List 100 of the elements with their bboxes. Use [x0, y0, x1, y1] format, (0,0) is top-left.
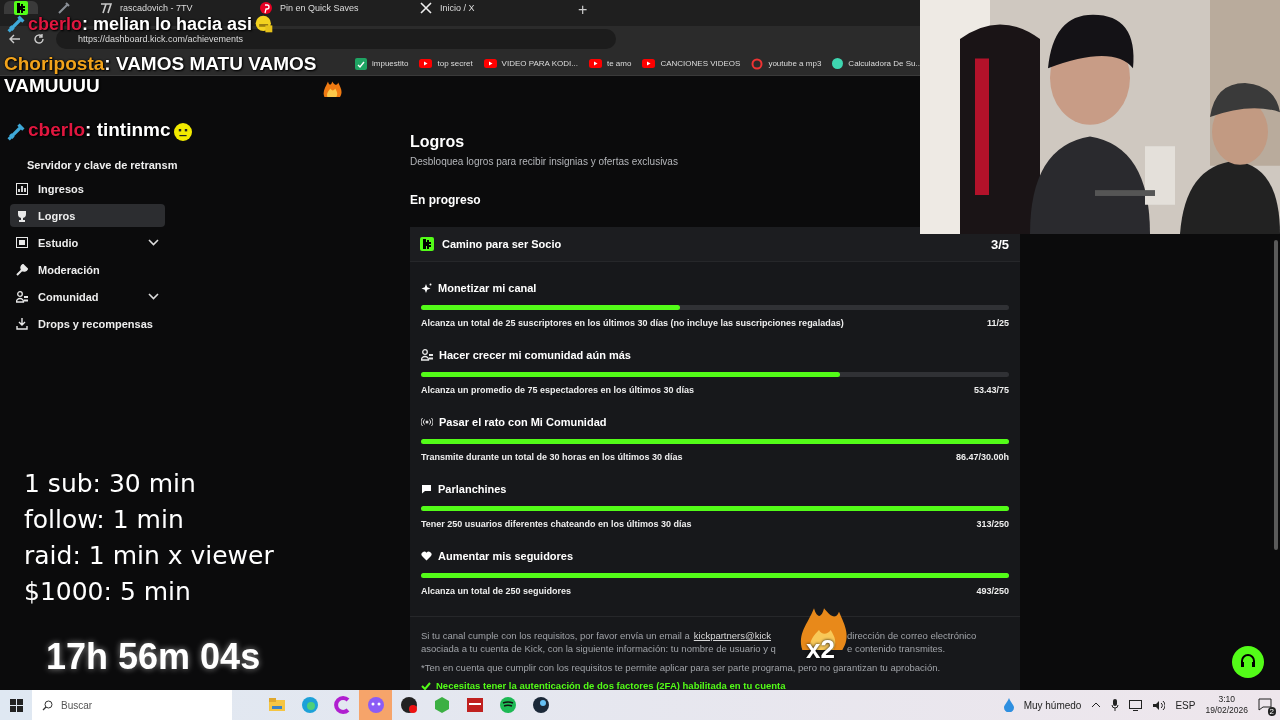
kick-logo-icon [420, 237, 434, 251]
youtube-icon [483, 59, 497, 68]
sidebar-item[interactable]: Drops y recompensas [10, 312, 165, 335]
multiplier-text: x2 [806, 634, 835, 664]
bookmark[interactable]: impuestito [355, 57, 409, 70]
music-app-icon [497, 695, 518, 715]
youtube-icon [642, 59, 656, 68]
sidebar-item[interactable]: Estudio [10, 231, 165, 254]
bar-chart-icon [16, 182, 28, 195]
email-link[interactable]: kickpartners@kick [693, 629, 771, 642]
pin-icon [260, 1, 272, 14]
language-indicator[interactable]: ESP [1175, 699, 1196, 711]
goal-value: 11/25 [986, 318, 1009, 328]
goal-title: Monetizar mi canal [438, 282, 537, 294]
game-launcher-icon [530, 695, 551, 715]
youtube-icon [588, 59, 602, 68]
bookmark[interactable]: VIDEO PARA KODI... [483, 59, 578, 68]
chat-overlay-message: Choriposta: VAMOS MATU VAMOS VAMUUUU [4, 53, 318, 97]
goal-description: Alcanza un promedio de 75 espectadores en los últimos 30 días [421, 385, 695, 395]
goal-title: Aumentar mis seguidores [438, 550, 574, 562]
broadcast-icon [421, 417, 433, 427]
footer-text: asociada a tu cuenta de Kick, con la siguiente información: tu nombre de usuario y q [421, 642, 776, 655]
emoji-icon [255, 15, 274, 33]
goal-description: Tener 250 usuarios diferentes chateando en los últimos 30 días [421, 519, 692, 529]
rule-text: raid: 1 min x viewer [24, 540, 274, 572]
sidebar-item[interactable]: Moderación [10, 258, 165, 281]
clock[interactable]: 3:10 19/02/2026 [1205, 694, 1248, 716]
download-tray-icon [16, 317, 28, 330]
bookmark[interactable]: te amo [588, 59, 632, 68]
countdown-timer: 17h 56m 04s [46, 636, 261, 678]
footer-text: dirección de correo electrónico [847, 629, 977, 642]
sparkle-icon [421, 282, 432, 294]
start-icon[interactable] [9, 698, 23, 712]
trophy-icon [16, 209, 28, 222]
wrench-icon [16, 263, 28, 276]
sidebar-item[interactable]: Logros [10, 204, 165, 227]
dot-icon [832, 58, 844, 69]
check-icon [421, 681, 431, 690]
microphone-icon[interactable] [1111, 699, 1120, 711]
droplet-icon [1003, 698, 1014, 712]
rule-text: $1000: 5 min [24, 576, 192, 608]
bookmark[interactable]: CANCIONES VIDEOS [642, 59, 741, 68]
browser-tab[interactable]: Pin en Quick Saves [250, 1, 400, 14]
browser-tab[interactable] [4, 1, 38, 14]
bookmark[interactable]: Calculadora De Su... [832, 58, 923, 69]
mixer-icon [464, 695, 485, 715]
goal-value: 53.43/75 [973, 385, 1009, 395]
card-title: Camino para ser Socio [442, 238, 563, 250]
speech-bubble-icon [421, 484, 432, 494]
reload-icon[interactable] [32, 32, 46, 46]
goal-description: Alcanza un total de 25 suscriptores en los últimos 30 días (no incluye las suscripciones regaladas) [421, 318, 844, 328]
fire-emote-icon [322, 79, 343, 97]
browser-tab[interactable]: rascadovich - 7TV [90, 1, 240, 14]
support-button[interactable] [1232, 646, 1264, 678]
kick-logo-icon [14, 0, 28, 15]
people-icon [421, 349, 433, 361]
browser-tab[interactable]: Inicio / X [410, 1, 560, 14]
address-bar[interactable]: https://dashboard.kick.com/achievements [56, 29, 616, 49]
bookmark[interactable]: youtube a mp3 [751, 57, 822, 70]
goal-value: 86.47/30.00h [955, 452, 1009, 462]
speaker-icon[interactable] [1152, 699, 1166, 711]
record-icon [398, 695, 419, 715]
film-icon [16, 237, 28, 248]
ring-icon [751, 57, 764, 70]
goal-title: Parlanchines [438, 483, 507, 495]
rule-text: 1 sub: 30 min [24, 468, 197, 500]
goal-value: 493/250 [976, 586, 1009, 596]
sidebar-subitem[interactable]: Servidor y clave de retransm [10, 153, 410, 177]
goal-title: Pasar el rato con Mi Comunidad [439, 416, 607, 428]
footer-text: Si tu canal cumple con los requisitos, por favor envía un email a [421, 629, 690, 642]
progress-count: 3/5 [990, 236, 1009, 252]
footer-text: e contenido transmites. [847, 642, 946, 655]
chat-app-icon [365, 695, 386, 715]
chat-overlay-message: cberlo: tintinmc [28, 119, 171, 141]
sheet-icon [355, 57, 367, 70]
heart-icon [421, 551, 432, 561]
network-icon[interactable] [1129, 699, 1143, 711]
back-icon[interactable] [8, 32, 22, 46]
goal-description: Transmite durante un total de 30 horas en los últimos 30 días [421, 452, 683, 462]
x-logo-icon [420, 1, 432, 14]
people-icon [16, 290, 28, 303]
notification-count: 2 [1267, 706, 1276, 716]
page-subtitle: Desbloquea logros para recibir insignias y ofertas exclusivas [410, 156, 679, 167]
new-tab-button[interactable]: + [570, 1, 596, 19]
tab-favicon-icon [100, 1, 112, 14]
chevron-up-icon[interactable] [1091, 702, 1102, 708]
rule-text: follow: 1 min [24, 504, 185, 536]
goal-value: 313/250 [976, 519, 1009, 529]
notification-icon[interactable] [1258, 697, 1272, 711]
goal-description: Alcanza un total de 250 seguidores [421, 586, 572, 596]
goal-title: Hacer crecer mi comunidad aún más [439, 349, 631, 361]
section-heading: En progreso [410, 193, 482, 207]
emoji-icon [173, 123, 192, 141]
sidebar-item[interactable]: Ingresos [10, 177, 165, 200]
search-field[interactable]: Buscar [32, 690, 232, 720]
weather-text: Muy húmedo [1023, 699, 1082, 711]
sidebar-item[interactable]: Comunidad [10, 285, 165, 308]
sword-icon [58, 1, 70, 14]
bookmark[interactable]: top secret [419, 59, 473, 68]
page-title: Logros [410, 132, 466, 152]
